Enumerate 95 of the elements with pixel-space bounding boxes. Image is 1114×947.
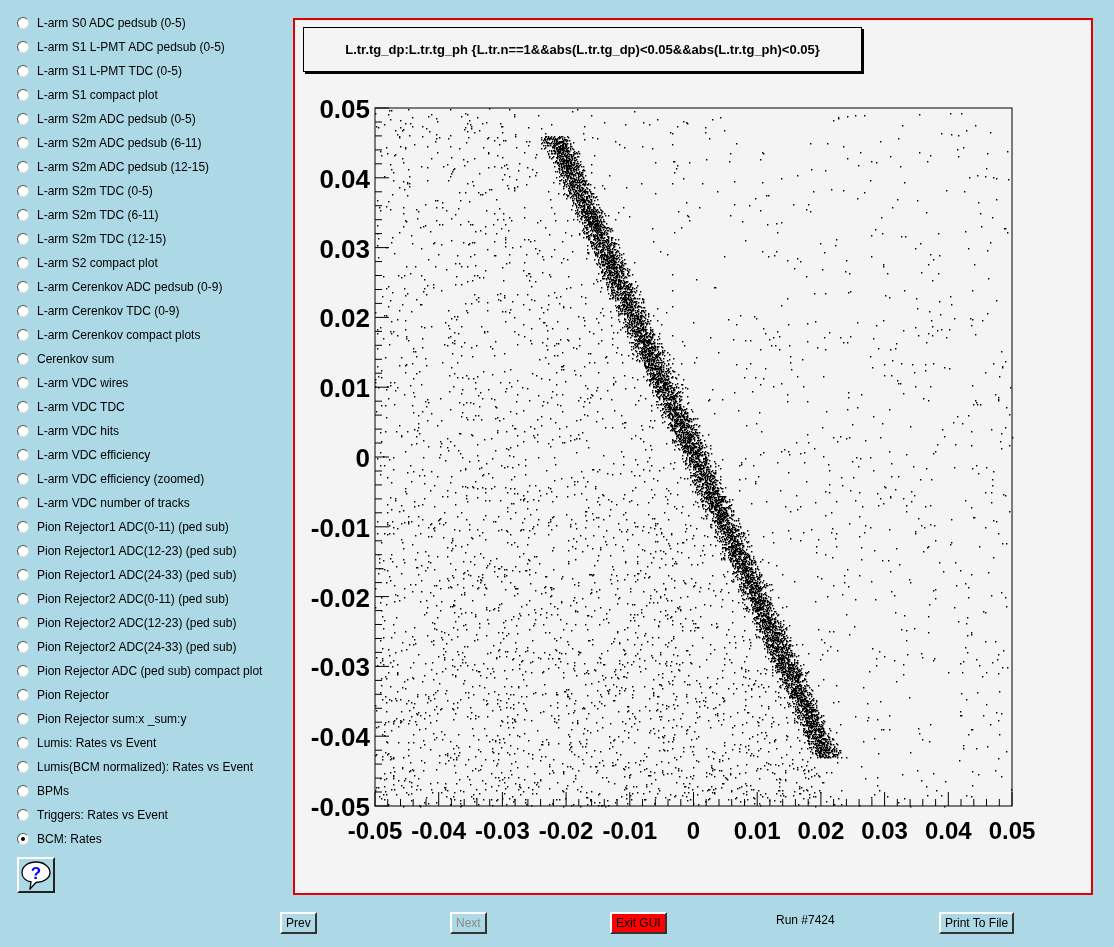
plot-option-label[interactable]: L-arm S2m TDC (0-5) <box>37 182 153 200</box>
radio-button[interactable] <box>17 209 29 221</box>
radio-button[interactable] <box>17 425 29 437</box>
radio-button[interactable] <box>17 305 29 317</box>
radio-button[interactable] <box>17 17 29 29</box>
footer-button[interactable]: Print To File <box>939 912 1015 934</box>
radio-button[interactable] <box>17 257 29 269</box>
radio-button[interactable] <box>17 65 29 77</box>
radio-button[interactable] <box>17 665 29 677</box>
radio-button[interactable] <box>17 473 29 485</box>
run-number: Run #7424 <box>776 912 835 929</box>
plot-option-label[interactable]: Triggers: Rates vs Event <box>37 806 168 824</box>
radio-button[interactable] <box>17 713 29 725</box>
plot-option-label[interactable]: BPMs <box>37 782 69 800</box>
plot-option-label[interactable]: BCM: Rates <box>37 830 102 848</box>
plot-option-label[interactable]: L-arm S2m TDC (12-15) <box>37 230 167 248</box>
plot-title: L.tr.tg_dp:L.tr.tg_ph {L.tr.n==1&&abs(L.tr.tg_dp)<0.05&&abs(L.tr.tg_ph)<0.05} <box>303 27 862 72</box>
radio-button[interactable] <box>17 761 29 773</box>
y-tick-label: -0.01 <box>310 512 370 543</box>
plot-option-label[interactable]: Pion Rejector2 ADC(24-33) (ped sub) <box>37 638 237 656</box>
x-tick-label: 0.01 <box>733 817 781 844</box>
plot-option-label[interactable]: L-arm Cerenkov ADC pedsub (0-9) <box>37 278 223 296</box>
plot-option-label[interactable]: Lumis(BCM normalized): Rates vs Event <box>37 758 254 776</box>
x-tick-label: 0.04 <box>924 817 972 844</box>
x-tick-label: 0.03 <box>861 817 908 844</box>
plot-option-label[interactable]: L-arm S2 compact plot <box>37 254 158 272</box>
radio-button[interactable] <box>17 113 29 125</box>
x-tick-label: 0.02 <box>797 817 845 844</box>
y-tick-label: -0.03 <box>310 652 370 683</box>
y-tick-label: 0.01 <box>319 373 370 404</box>
x-tick-label: -0.01 <box>602 817 658 844</box>
plot-option-label[interactable]: Cerenkov sum <box>37 350 115 368</box>
radio-button[interactable] <box>17 809 29 821</box>
radio-button[interactable] <box>17 41 29 53</box>
plot-option-label[interactable]: Pion Rejector1 ADC(24-33) (ped sub) <box>37 566 237 584</box>
radio-button[interactable] <box>17 521 29 533</box>
plot-option-label[interactable]: L-arm Cerenkov TDC (0-9) <box>37 302 180 320</box>
radio-button[interactable] <box>17 185 29 197</box>
x-tick-label: -0.04 <box>411 817 467 844</box>
footer-button[interactable]: Exit GUI <box>610 912 667 934</box>
x-tick-label: -0.03 <box>475 817 530 844</box>
footer-button[interactable]: Prev <box>280 912 317 934</box>
plot-option-label[interactable]: L-arm VDC efficiency <box>37 446 151 464</box>
y-tick-label: 0 <box>355 443 370 473</box>
plot-option-label[interactable]: Pion Rejector2 ADC(0-11) (ped sub) <box>37 590 229 608</box>
plot-option-label[interactable]: Pion Rejector1 ADC(12-23) (ped sub) <box>37 542 237 560</box>
radio-button[interactable] <box>17 161 29 173</box>
radio-button[interactable] <box>17 89 29 101</box>
radio-button[interactable] <box>17 233 29 245</box>
plot-option-label[interactable]: L-arm S2m TDC (6-11) <box>37 206 159 224</box>
plot-option-label[interactable]: L-arm VDC efficiency (zoomed) <box>37 470 205 488</box>
radio-button[interactable] <box>17 641 29 653</box>
radio-button[interactable] <box>17 593 29 605</box>
radio-button[interactable] <box>17 497 29 509</box>
y-tick-label: 0.05 <box>319 94 370 124</box>
plot-option-label[interactable]: L-arm VDC wires <box>37 374 129 392</box>
plot-option-label[interactable]: Pion Rejector2 ADC(12-23) (ped sub) <box>37 614 237 632</box>
radio-button[interactable] <box>17 377 29 389</box>
plot-option-label[interactable]: L-arm S1 compact plot <box>37 86 158 104</box>
radio-button[interactable] <box>17 353 29 365</box>
radio-button[interactable] <box>17 833 29 845</box>
radio-button[interactable] <box>17 137 29 149</box>
plot-option-label[interactable]: Pion Rejector1 ADC(0-11) (ped sub) <box>37 518 229 536</box>
y-tick-label: -0.04 <box>310 722 370 753</box>
radio-button[interactable] <box>17 545 29 557</box>
y-tick-label: -0.02 <box>310 582 370 613</box>
x-tick-label: 0 <box>686 817 701 844</box>
plot-option-label[interactable]: L-arm VDC TDC <box>37 398 125 416</box>
radio-button[interactable] <box>17 617 29 629</box>
plot-option-label[interactable]: L-arm S2m ADC pedsub (12-15) <box>37 158 210 176</box>
plot-option-label[interactable]: Pion Rejector sum:x _sum:y <box>37 710 187 728</box>
plot-option-label[interactable]: L-arm S2m ADC pedsub (6-11) <box>37 134 202 152</box>
radio-button[interactable] <box>17 449 29 461</box>
plot-option-label[interactable]: L-arm S1 L-PMT TDC (0-5) <box>37 62 182 80</box>
radio-button[interactable] <box>17 785 29 797</box>
plot-option-label[interactable]: L-arm VDC hits <box>37 422 119 440</box>
radio-button[interactable] <box>17 281 29 293</box>
x-tick-label: 0.05 <box>988 817 1036 844</box>
radio-button[interactable] <box>17 401 29 413</box>
y-tick-label: 0.02 <box>319 303 370 334</box>
plot-option-label[interactable]: Pion Rejector <box>37 686 110 704</box>
radio-button[interactable] <box>17 329 29 341</box>
radio-button[interactable] <box>17 569 29 581</box>
plot-option-label[interactable]: L-arm S2m ADC pedsub (0-5) <box>37 110 196 128</box>
plot-option-label[interactable]: Lumis: Rates vs Event <box>37 734 157 752</box>
radio-button[interactable] <box>17 689 29 701</box>
y-tick-label: 0.03 <box>319 233 370 264</box>
plot-option-label[interactable]: L-arm Cerenkov compact plots <box>37 326 201 344</box>
y-tick-label: 0.04 <box>319 163 370 194</box>
x-tick-label: -0.02 <box>538 817 594 844</box>
plot-option-label[interactable]: L-arm S1 L-PMT ADC pedsub (0-5) <box>37 38 225 56</box>
plot-option-label[interactable]: L-arm S0 ADC pedsub (0-5) <box>37 14 186 32</box>
radio-button[interactable] <box>17 737 29 749</box>
plot-option-label[interactable]: L-arm VDC number of tracks <box>37 494 190 512</box>
plot-option-label[interactable]: Pion Rejector ADC (ped sub) compact plot <box>37 662 263 680</box>
